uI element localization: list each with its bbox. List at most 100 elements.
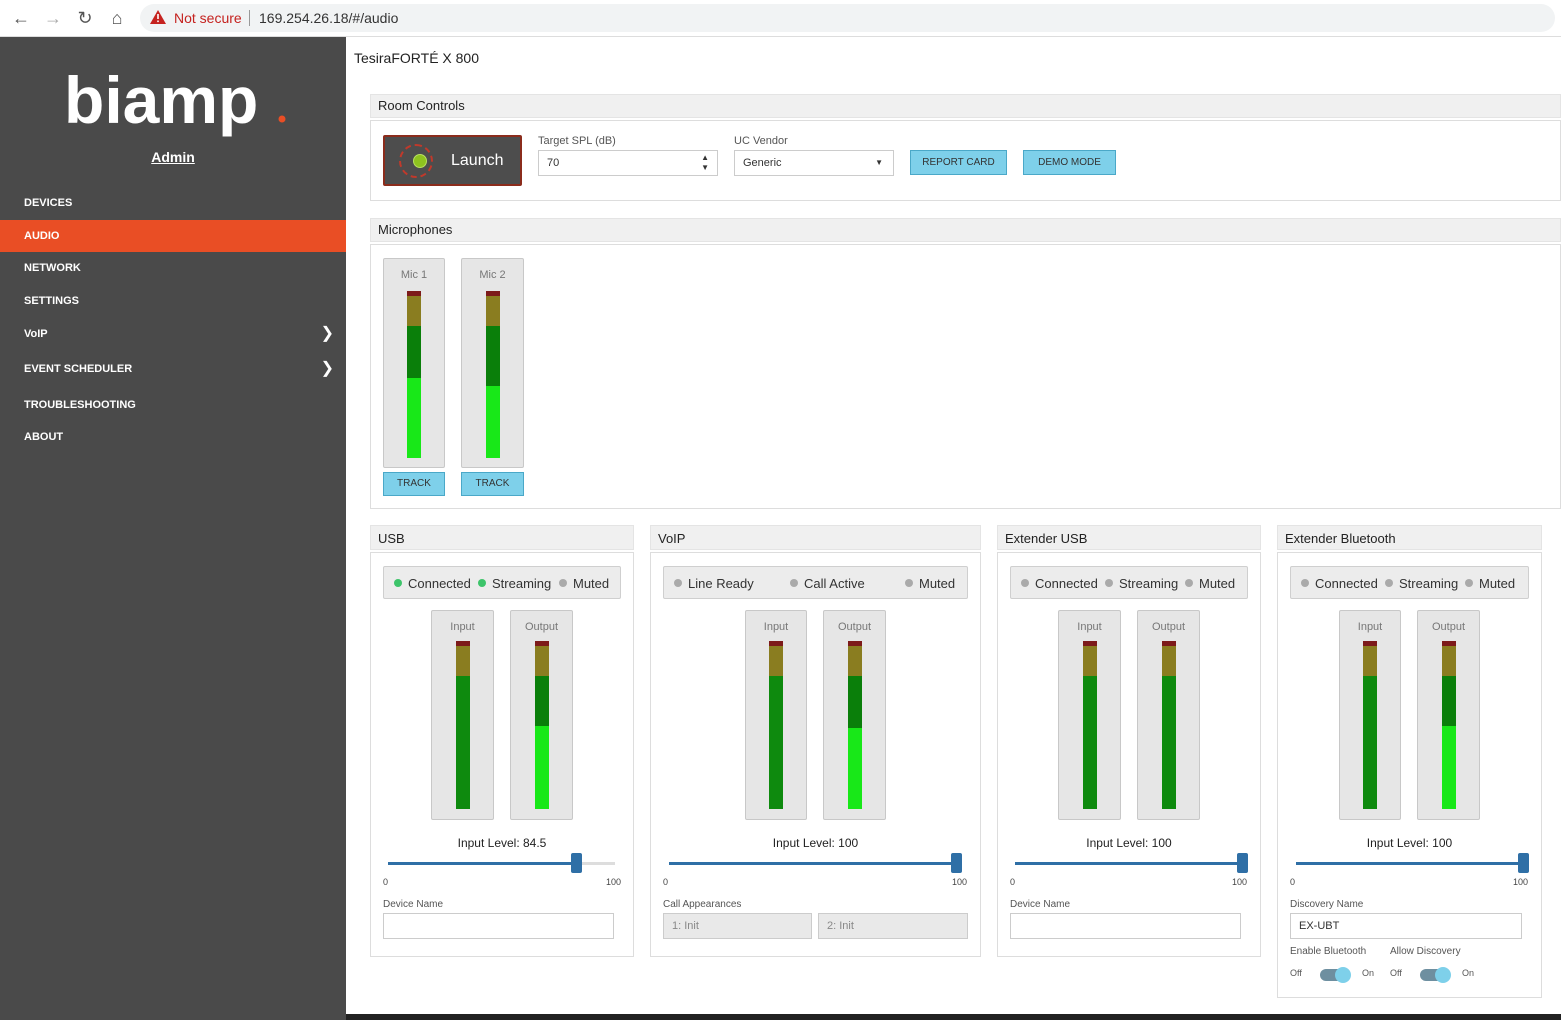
meter-warn-segment bbox=[486, 296, 500, 326]
allow-discovery-label: Allow Discovery bbox=[1390, 946, 1461, 957]
forward-icon[interactable]: → bbox=[40, 6, 66, 30]
meter-level-fill bbox=[407, 378, 421, 458]
sidebar-item-network[interactable]: NETWORK bbox=[0, 252, 346, 284]
status-streaming: Streaming bbox=[1105, 576, 1178, 591]
level-meter bbox=[1363, 641, 1377, 809]
slider-thumb[interactable] bbox=[571, 853, 582, 873]
sidebar-item-label: AUDIO bbox=[24, 230, 60, 242]
status-dot-icon bbox=[1385, 579, 1393, 587]
mic-2-track-button[interactable]: TRACK bbox=[461, 472, 524, 496]
toggle-off-label: Off bbox=[1290, 968, 1302, 978]
status-label: Connected bbox=[1035, 576, 1098, 591]
meter-warn-segment bbox=[1363, 646, 1377, 676]
status-connected: Connected bbox=[1301, 576, 1378, 591]
level-meter bbox=[769, 641, 783, 809]
status-streaming: Streaming bbox=[478, 576, 551, 591]
status-dot-icon bbox=[790, 579, 798, 587]
meter-label: Input bbox=[1077, 621, 1102, 633]
slider-max-label: 100 bbox=[606, 877, 622, 887]
meter-label: Output bbox=[837, 621, 872, 633]
microphones-panel bbox=[370, 244, 1561, 509]
page-title: TesiraFORTÉ X 800 bbox=[354, 50, 480, 66]
sidebar-item-label: EVENT SCHEDULER bbox=[24, 363, 133, 375]
status-label: Line Ready bbox=[688, 576, 754, 591]
sidebar-item-audio[interactable]: AUDIO bbox=[0, 220, 346, 252]
meter-mid-segment bbox=[1442, 676, 1456, 726]
mic-2-meter-card: Mic 2 bbox=[461, 258, 524, 468]
slider-min-label: 0 bbox=[1290, 877, 1296, 887]
extender-bluetooth-status-bar: Connected Streaming Muted bbox=[1290, 566, 1529, 599]
discovery-name-input[interactable]: EX-UBT bbox=[1290, 913, 1522, 939]
meter-warn-segment bbox=[1442, 646, 1456, 676]
slider-min-label: 0 bbox=[663, 877, 669, 887]
voip-input-level-slider[interactable] bbox=[669, 853, 962, 873]
status-dot-icon bbox=[905, 579, 913, 587]
allow-discovery-toggle[interactable] bbox=[1420, 966, 1454, 984]
usb-device-name-input[interactable] bbox=[383, 913, 614, 939]
mic-1-track-button[interactable]: TRACK bbox=[383, 472, 445, 496]
report-card-button[interactable]: REPORT CARD bbox=[910, 150, 1007, 175]
device-name-label: Device Name bbox=[383, 899, 444, 910]
sidebar-item-settings[interactable]: SETTINGS bbox=[0, 285, 346, 317]
slider-fill bbox=[669, 862, 956, 865]
status-dot-icon bbox=[559, 579, 567, 587]
sidebar-item-label: SETTINGS bbox=[24, 295, 80, 307]
browser-toolbar: ← → ↻ ⌂ Not secure 169.254.26.18/#/audio bbox=[0, 0, 1561, 37]
slider-max-label: 100 bbox=[952, 877, 968, 887]
meter-label: Input bbox=[1357, 621, 1383, 633]
sidebar: biamp Admin DEVICES AUDIO NETWORK SETTIN… bbox=[0, 37, 346, 1020]
target-spl-value: 70 bbox=[547, 157, 560, 169]
meter-mid-segment bbox=[407, 326, 421, 378]
extender-usb-device-name-input[interactable] bbox=[1010, 913, 1241, 939]
level-meter bbox=[535, 641, 549, 809]
dropdown-arrow-icon: ▼ bbox=[875, 158, 883, 167]
enable-bluetooth-toggle[interactable] bbox=[1320, 966, 1354, 984]
device-name-label: Device Name bbox=[1010, 899, 1071, 910]
status-label: Muted bbox=[919, 576, 956, 591]
url-text[interactable]: 169.254.26.18/#/audio bbox=[259, 10, 398, 26]
demo-mode-button[interactable]: DEMO MODE bbox=[1023, 150, 1116, 175]
uc-vendor-select[interactable]: Generic ▼ bbox=[734, 150, 894, 176]
admin-user-link[interactable]: Admin bbox=[0, 149, 346, 165]
level-meter bbox=[848, 641, 862, 809]
mic-label: Mic 2 bbox=[479, 269, 506, 281]
spinner-arrows-icon[interactable]: ▲ ▼ bbox=[701, 151, 709, 173]
status-dot-icon bbox=[1105, 579, 1113, 587]
home-icon[interactable]: ⌂ bbox=[104, 6, 130, 30]
meter-label: Output bbox=[1431, 621, 1466, 633]
meter-level-fill bbox=[1442, 726, 1456, 809]
status-connected: Connected bbox=[394, 576, 471, 591]
sidebar-item-troubleshooting[interactable]: TROUBLESHOOTING bbox=[0, 389, 346, 421]
slider-thumb[interactable] bbox=[1518, 853, 1529, 873]
back-icon[interactable]: ← bbox=[8, 6, 34, 30]
usb-input-level-text: Input Level: 84.5 bbox=[457, 836, 547, 850]
meter-label: Input bbox=[450, 621, 475, 633]
sidebar-item-voip[interactable]: VoIP ❯ bbox=[0, 318, 346, 350]
extender-usb-input-level-slider[interactable] bbox=[1015, 853, 1248, 873]
toggle-on-label: On bbox=[1462, 968, 1475, 978]
sidebar-item-devices[interactable]: DEVICES bbox=[0, 187, 346, 219]
reload-icon[interactable]: ↻ bbox=[72, 6, 98, 30]
launch-button[interactable]: Launch bbox=[383, 135, 522, 186]
voip-input-level-text: Input Level: 100 bbox=[772, 836, 859, 850]
voip-heading: VoIP bbox=[650, 525, 981, 550]
sidebar-item-about[interactable]: ABOUT bbox=[0, 421, 346, 453]
slider-thumb[interactable] bbox=[1237, 853, 1248, 873]
svg-text:biamp: biamp bbox=[64, 63, 258, 137]
chevron-right-icon: ❯ bbox=[320, 325, 334, 342]
warning-icon bbox=[150, 10, 166, 24]
extender-bluetooth-input-level-slider[interactable] bbox=[1296, 853, 1529, 873]
usb-input-meter-card: Input bbox=[431, 610, 494, 820]
status-dot-icon bbox=[478, 579, 486, 587]
slider-fill bbox=[1296, 862, 1523, 865]
status-line-ready: Line Ready bbox=[674, 576, 754, 591]
status-dot-icon bbox=[394, 579, 402, 587]
slider-thumb[interactable] bbox=[951, 853, 962, 873]
address-bar[interactable]: Not secure 169.254.26.18/#/audio bbox=[140, 4, 1555, 32]
extender-bluetooth-output-meter-card: Output bbox=[1417, 610, 1480, 820]
usb-input-level-slider[interactable] bbox=[388, 853, 615, 873]
target-spl-input[interactable]: 70 ▲ ▼ bbox=[538, 150, 718, 176]
meter-mid-segment bbox=[535, 676, 549, 726]
sidebar-item-event-scheduler[interactable]: EVENT SCHEDULER ❯ bbox=[0, 353, 346, 385]
status-label: Connected bbox=[408, 576, 471, 591]
